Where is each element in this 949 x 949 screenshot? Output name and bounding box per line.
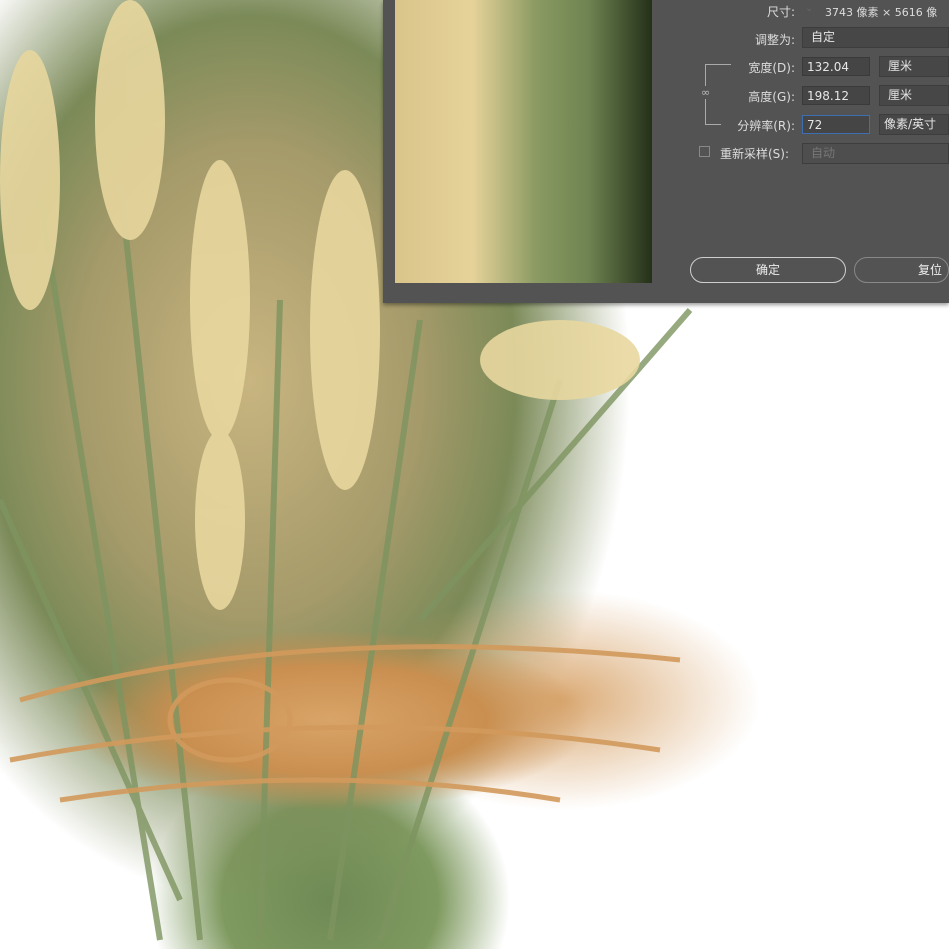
resolution-unit-select[interactable]: 像素/英寸 — [879, 114, 949, 135]
resample-checkbox[interactable] — [699, 146, 710, 157]
ok-button[interactable]: 确定 — [690, 257, 846, 283]
height-unit-select[interactable]: 厘米 — [879, 85, 949, 106]
width-input[interactable]: 132.04 — [802, 57, 870, 76]
resolution-label: 分辨率(R): — [737, 119, 795, 133]
resolution-input[interactable]: 72 — [802, 115, 870, 134]
image-preview[interactable] — [395, 0, 652, 283]
height-label: 高度(G): — [748, 90, 795, 104]
size-value: 3743 像素 × 5616 像 — [825, 6, 938, 19]
width-unit-select[interactable]: 厘米 — [879, 56, 949, 77]
chevron-down-icon[interactable]: ⌄ — [805, 3, 813, 14]
height-input[interactable]: 198.12 — [802, 86, 870, 105]
image-size-dialog: 尺寸: ⌄ 3743 像素 × 5616 像 调整为: 自定 ∞ 宽度(D): … — [383, 0, 949, 303]
resample-label: 重新采样(S): — [720, 147, 790, 161]
resample-method-select[interactable]: 自动 — [802, 143, 949, 164]
fit-to-select[interactable]: 自定 — [802, 27, 949, 48]
fit-to-label: 调整为: — [754, 33, 795, 47]
reset-button[interactable]: 复位 — [854, 257, 949, 283]
width-label: 宽度(D): — [748, 61, 795, 75]
size-label: 尺寸: — [766, 5, 795, 19]
